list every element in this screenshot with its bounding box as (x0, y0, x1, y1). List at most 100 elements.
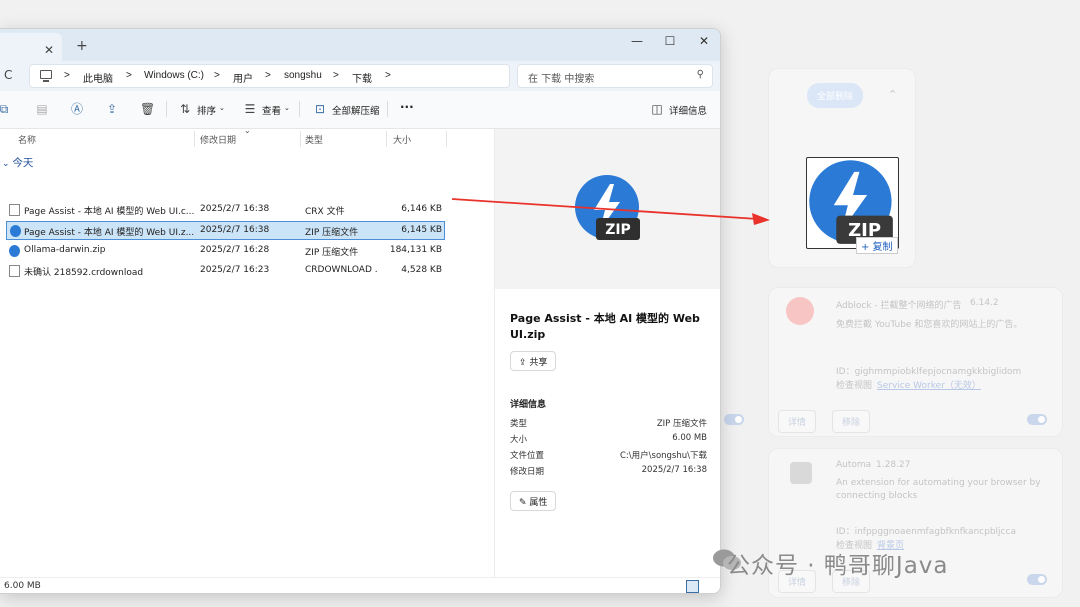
chevron-down-icon: ⌄ (2, 159, 13, 169)
toolbar-separator (299, 101, 300, 117)
extract-icon[interactable]: ⊡ (313, 102, 327, 116)
explorer-tab[interactable]: ✕ (0, 33, 62, 61)
command-bar: ⧉ ▤ Ⓐ ⇪ 🗑 ⇅ 排序 ⌄ ☰ 查看 ⌄ ⊡ 全部解压缩 ··· ◫ 详细… (0, 91, 720, 129)
detail-value: C:\用户\songshu\下载 (619, 451, 707, 461)
details-button[interactable]: 详细信息 (669, 103, 707, 117)
detail-value: 2025/2/7 16:38 (641, 465, 707, 475)
file-size: 6,145 KB (401, 225, 442, 235)
rename-icon[interactable]: Ⓐ (70, 102, 84, 116)
details-pane-icon[interactable]: ◫ (650, 102, 664, 116)
tab-close-icon[interactable]: ✕ (44, 43, 54, 57)
bg-ext1-view-link: Service Worker（无效） (877, 381, 981, 391)
table-row[interactable]: Ollama-darwin.zip 2025/2/7 16:28 ZIP 压缩文… (6, 242, 445, 261)
file-name: 未确认 218592.crdownload (24, 268, 144, 278)
bg-ext1-name: Adblock - 拦截整个网络的广告 (836, 301, 962, 311)
tiles-view-icon[interactable] (703, 580, 716, 593)
column-separator[interactable] (300, 131, 301, 147)
column-separator[interactable] (386, 131, 387, 147)
details-pane: ZIP Page Assist - 本地 AI 模型的 Web UI.zip ⇪… (494, 129, 720, 577)
bg-ext1-toggle (1027, 414, 1047, 425)
column-separator[interactable] (194, 131, 195, 147)
bg-ext1-detail-button: 详情 (778, 410, 817, 433)
extract-all-button[interactable]: 全部解压缩 (332, 103, 380, 117)
more-options-button[interactable]: ··· (400, 100, 414, 114)
paste-icon[interactable]: ▤ (35, 102, 49, 116)
refresh-icon[interactable]: C (4, 68, 12, 82)
column-separator[interactable] (446, 131, 447, 147)
view-icon[interactable]: ☰ (243, 102, 257, 116)
wrench-icon: ✎ (519, 498, 530, 508)
sort-button[interactable]: 排序 (197, 103, 216, 117)
file-list: 名称 修改日期 ⌄ 类型 大小 ⌄ 今天 Page Assist - 本地 AI… (0, 126, 494, 577)
toolbar-separator (166, 101, 167, 117)
address-bar-row: C > 此电脑 > Windows (C:) > 用户 > songshu > … (0, 61, 720, 91)
file-title: Page Assist - 本地 AI 模型的 Web UI.zip (510, 312, 700, 341)
bg-chevron-up-icon: ⌃ (888, 88, 898, 101)
bg-ext2-toggle (1027, 574, 1047, 585)
detail-key: 文件位置 (510, 451, 545, 461)
table-row[interactable]: Page Assist - 本地 AI 模型的 Web UI.z... 2025… (6, 221, 445, 240)
properties-button[interactable]: ✎ 属性 (510, 491, 557, 511)
breadcrumb-windows-c[interactable]: Windows (C:) (144, 70, 204, 81)
new-tab-icon[interactable]: + (76, 38, 88, 54)
breadcrumb-separator: > (214, 70, 220, 81)
column-header-modified[interactable]: 修改日期 (200, 133, 236, 146)
preview-image: ZIP (495, 129, 720, 289)
detail-key: 类型 (510, 419, 528, 429)
detail-value: ZIP 压缩文件 (656, 419, 707, 429)
status-size: 6.00 MB (4, 581, 41, 591)
minimize-button[interactable]: — (627, 34, 647, 48)
column-header-name[interactable]: 名称 (18, 133, 36, 146)
breadcrumb-this-pc[interactable]: 此电脑 (83, 70, 113, 85)
bg-ext2-id: ID：infppggnoaenmfagbfknfkancpbljcca (836, 527, 1016, 537)
sort-icon[interactable]: ⇅ (178, 102, 192, 116)
breadcrumb-users[interactable]: 用户 (233, 70, 253, 85)
breadcrumb-separator: > (333, 70, 339, 81)
bg-ext1-desc: 免费拦截 YouTube 和您喜欢的网站上的广告。 (836, 320, 1023, 330)
search-placeholder: 在 下载 中搜索 (528, 74, 595, 85)
file-type: CRX 文件 (305, 207, 345, 217)
copy-icon[interactable]: ⧉ (0, 102, 11, 116)
bg-ext2-name: Automa (836, 460, 872, 470)
file-name: Page Assist - 本地 AI 模型的 Web UI.c... (24, 207, 194, 217)
breadcrumb-separator: > (385, 70, 391, 81)
bg-ext2-desc2: connecting blocks (836, 491, 918, 501)
column-header-size[interactable]: 大小 (393, 133, 411, 146)
maximize-button[interactable]: ☐ (660, 34, 680, 48)
details-view-icon[interactable] (686, 580, 699, 593)
share-icon: ⇪ (519, 358, 530, 368)
breadcrumb-downloads[interactable]: 下载 (352, 70, 372, 85)
share-button[interactable]: ⇪ 共享 (510, 351, 557, 371)
file-size: 4,528 KB (401, 265, 442, 275)
bg-side-toggle (724, 414, 744, 425)
detail-key: 修改日期 (510, 467, 545, 477)
computer-icon (40, 70, 52, 82)
zip-file-icon (9, 245, 20, 257)
column-header-type[interactable]: 类型 (305, 133, 323, 146)
table-row[interactable]: Page Assist - 本地 AI 模型的 Web UI.c... 2025… (6, 201, 445, 220)
table-row[interactable]: 未确认 218592.crdownload 2025/2/7 16:23 CRD… (6, 262, 445, 281)
view-button[interactable]: 查看 (262, 103, 281, 117)
share-icon[interactable]: ⇪ (105, 102, 119, 116)
file-date: 2025/2/7 16:23 (200, 265, 270, 275)
share-label: 共享 (529, 358, 548, 368)
title-bar: ✕ + — ☐ ✕ (0, 29, 720, 61)
file-explorer-window: ✕ + — ☐ ✕ C > 此电脑 > Windows (C:) > 用户 > … (0, 28, 721, 594)
close-button[interactable]: ✕ (694, 34, 714, 48)
copy-badge: + 复制 (856, 237, 898, 254)
adblock-logo-icon (786, 297, 814, 325)
address-bar[interactable]: > 此电脑 > Windows (C:) > 用户 > songshu > 下载… (29, 64, 510, 88)
bg-ext2-desc1: An extension for automating your browser… (836, 478, 1041, 488)
details-info: Page Assist - 本地 AI 模型的 Web UI.zip ⇪ 共享 … (495, 289, 720, 577)
chevron-down-icon: ⌄ (219, 104, 225, 112)
zip-badge: ZIP (605, 222, 631, 238)
breadcrumb-songshu[interactable]: songshu (284, 70, 322, 81)
search-input[interactable]: 在 下载 中搜索 ⚲ (517, 64, 713, 88)
file-icon (9, 265, 20, 277)
file-size: 184,131 KB (389, 245, 442, 255)
group-header-today[interactable]: ⌄ 今天 (2, 155, 33, 170)
file-date: 2025/2/7 16:38 (200, 204, 270, 214)
delete-icon[interactable]: 🗑 (140, 102, 155, 116)
zip-archive-icon: ZIP (809, 160, 893, 244)
watermark: 公众号 · 鸭哥聊Java (727, 553, 949, 579)
